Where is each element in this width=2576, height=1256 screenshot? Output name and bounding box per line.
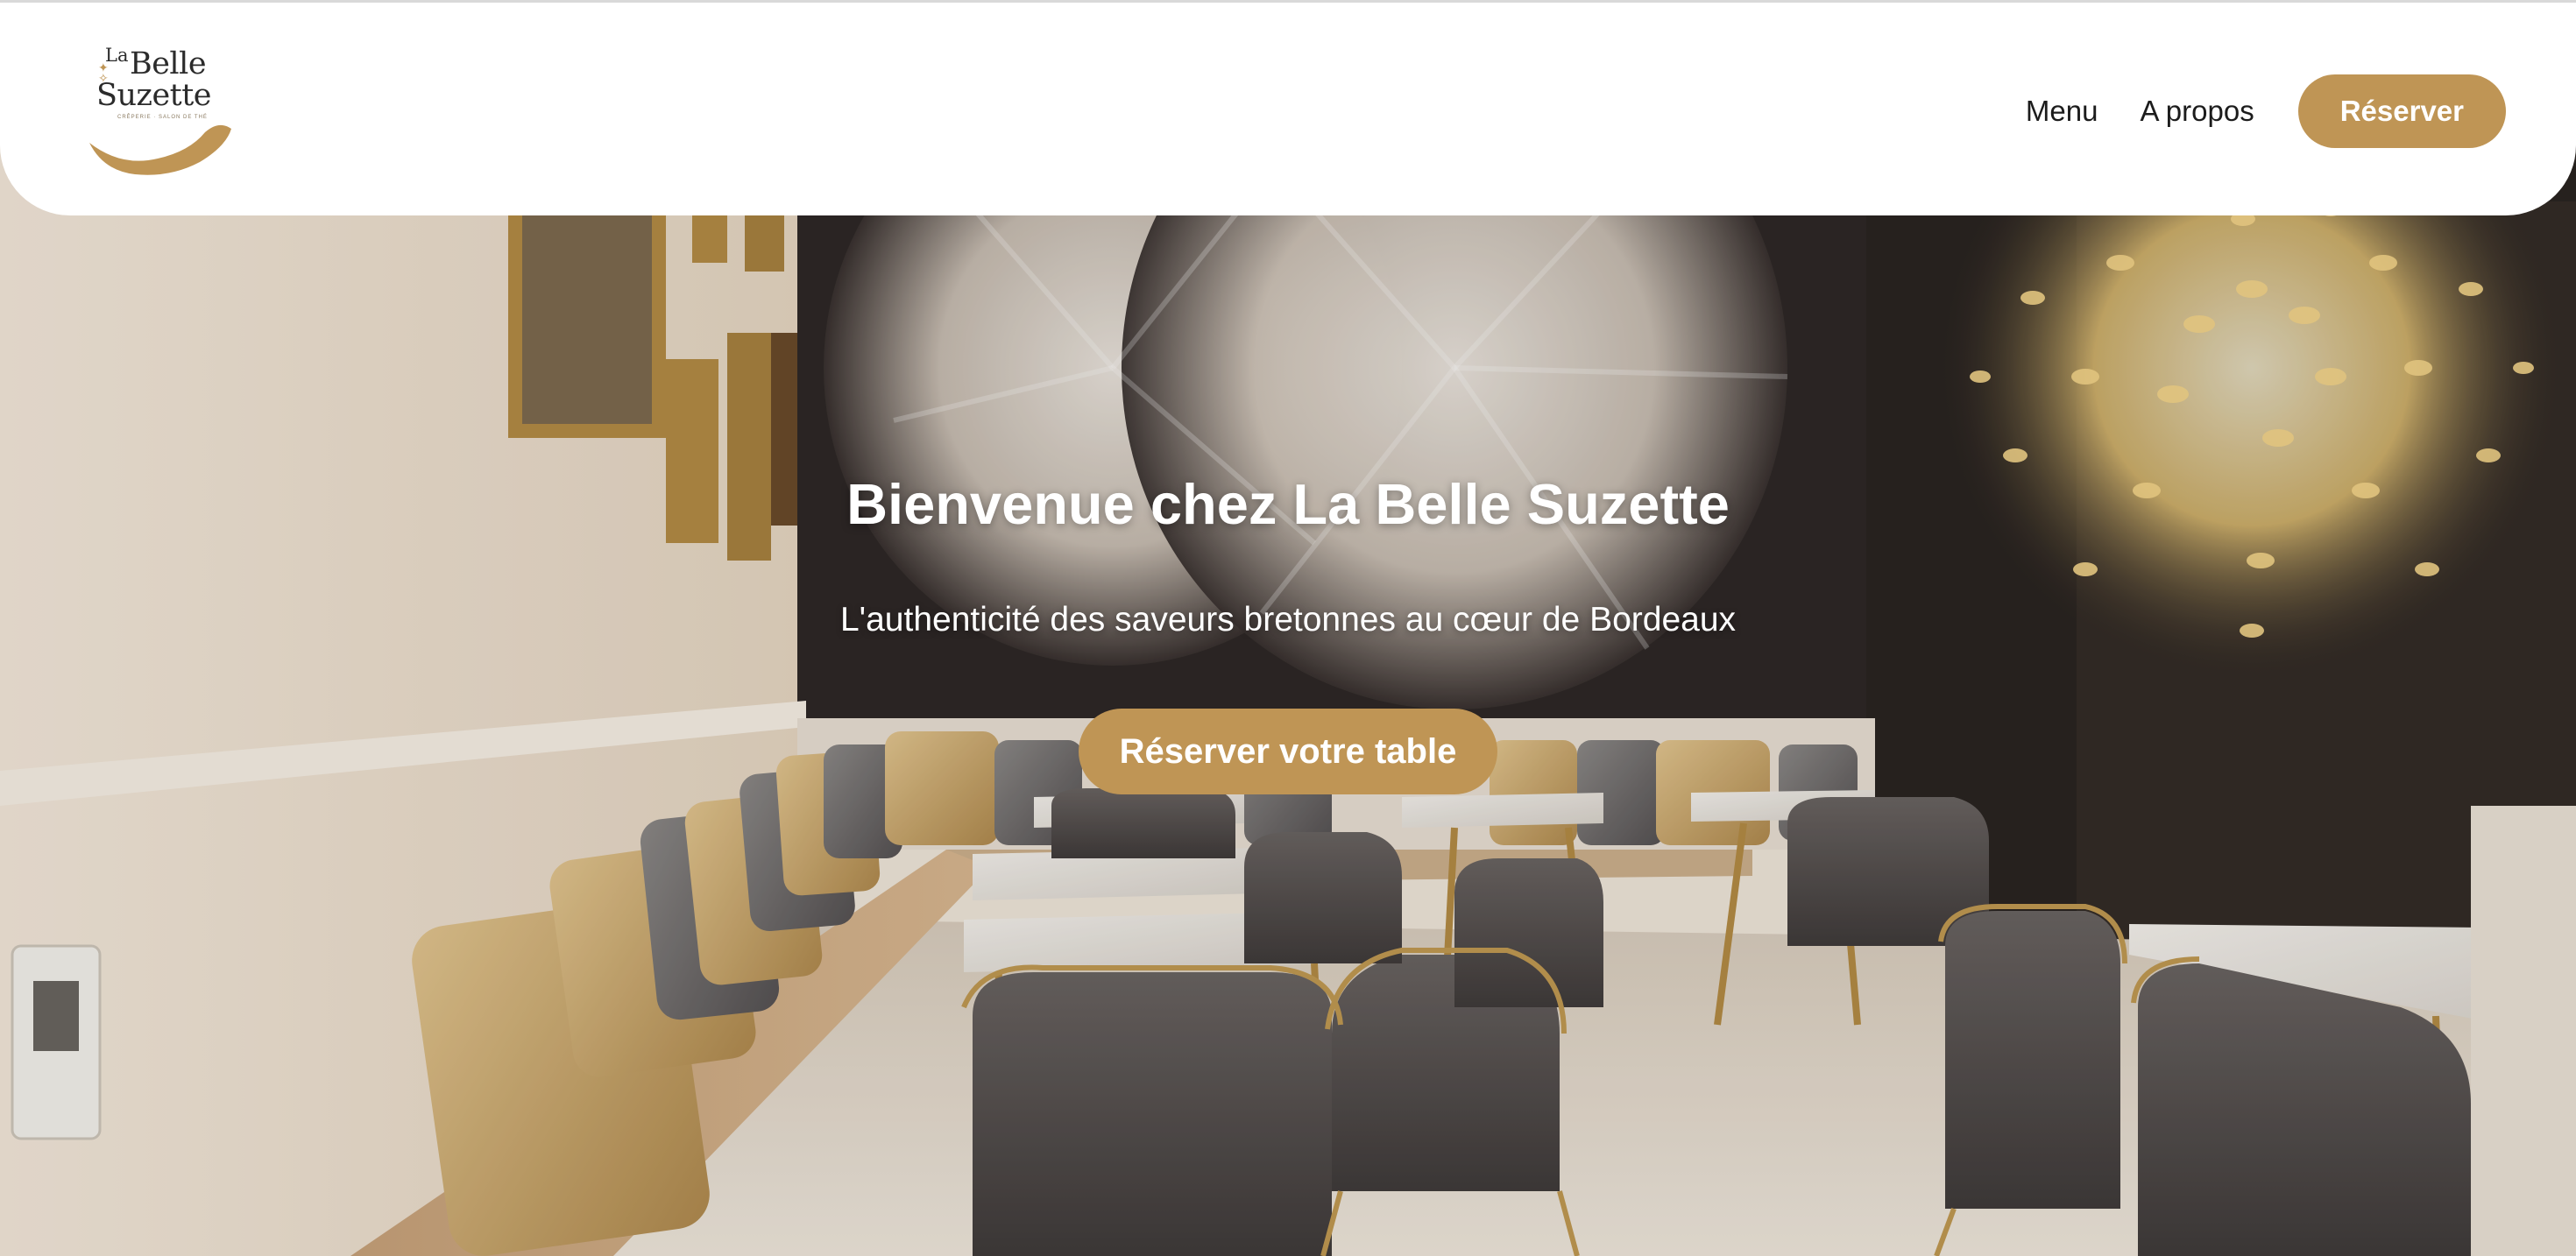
logo-swirl-icon	[89, 124, 231, 175]
hero-title: Bienvenue chez La Belle Suzette	[846, 472, 1730, 536]
hero-subtitle: L'authenticité des saveurs bretonnes au …	[839, 601, 1737, 639]
reserve-table-button[interactable]: Réserver votre table	[1079, 709, 1497, 794]
reserve-button[interactable]: Réserver	[2297, 74, 2506, 148]
main-nav: Menu A propos Réserver	[2026, 74, 2506, 148]
logo-text-belle: Belle	[130, 46, 207, 81]
logo-text-suzette: Suzette	[96, 78, 212, 113]
nav-link-about[interactable]: A propos	[2140, 74, 2254, 148]
logo-text-la: La	[105, 45, 129, 66]
site-header: ✦ ✧ La Belle Suzette CRÊPERIE · SALON DE …	[0, 0, 2576, 215]
site-logo[interactable]: ✦ ✧ La Belle Suzette CRÊPERIE · SALON DE …	[84, 41, 240, 178]
page: ✦ ✧ La Belle Suzette CRÊPERIE · SALON DE …	[0, 0, 2576, 1256]
nav-link-menu[interactable]: Menu	[2026, 74, 2098, 148]
